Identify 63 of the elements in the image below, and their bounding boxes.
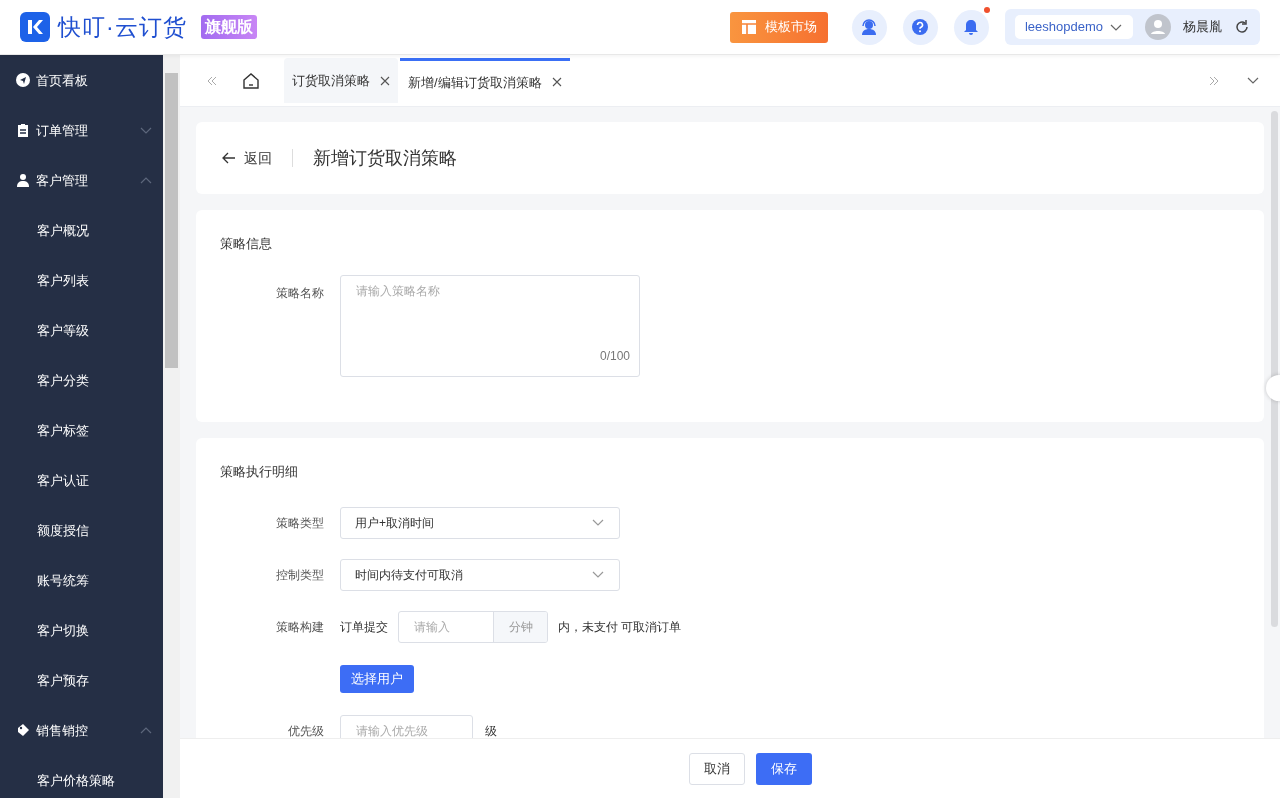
cancel-button[interactable]: 取消 xyxy=(688,752,745,785)
unit-label: 分钟 xyxy=(493,611,547,642)
tab[interactable]: 订货取消策略 xyxy=(284,58,398,104)
sidebar-item[interactable]: 客户标签 xyxy=(0,405,163,456)
sidebar-item[interactable]: 客户认证 xyxy=(0,455,163,506)
tag-icon xyxy=(16,722,30,738)
sidebar-item[interactable]: 销售销控 xyxy=(0,705,163,756)
close-icon[interactable] xyxy=(551,77,562,88)
placeholder-text: 请输入策略名称 xyxy=(356,283,440,298)
bell-button[interactable] xyxy=(953,9,989,45)
field-prefix-text: 订单提交 xyxy=(340,618,388,636)
field-label: 策略构建 xyxy=(275,618,325,636)
help-button[interactable] xyxy=(902,9,938,45)
support-button[interactable] xyxy=(851,9,887,45)
field-label: 优先级 xyxy=(287,722,325,738)
placeholder-text: 请输入优先级 xyxy=(356,722,428,738)
back-link[interactable]: 返回 xyxy=(222,147,272,169)
sidebar-item[interactable]: 客户切换 xyxy=(0,605,163,656)
support-icon xyxy=(860,18,879,37)
home-icon[interactable] xyxy=(242,71,260,90)
section-title: 策略执行明细 xyxy=(220,463,298,482)
sidebar-item[interactable]: 客户预存 xyxy=(0,655,163,706)
avatar-icon xyxy=(1145,14,1171,41)
person-icon xyxy=(16,172,30,188)
field-label: 控制类型 xyxy=(275,566,325,584)
edition-badge: 旗舰版 xyxy=(200,15,257,40)
field-suffix-text: 级 xyxy=(485,722,497,738)
field-label: 策略类型 xyxy=(275,514,325,532)
scrollbar[interactable] xyxy=(163,55,180,798)
sidebar-item[interactable]: 客户等级 xyxy=(0,305,163,356)
sidebar-item[interactable]: 客户管理 xyxy=(0,155,163,206)
layout-icon xyxy=(740,19,757,36)
dropdown[interactable]: 时间内待支付可取消 xyxy=(340,558,620,591)
placeholder-text: 请输入 xyxy=(413,618,451,636)
scrollbar[interactable] xyxy=(1271,111,1278,628)
logo-icon xyxy=(20,12,50,43)
help-icon xyxy=(911,18,930,37)
sidebar-item[interactable]: 订单管理 xyxy=(0,105,163,156)
sidebar-item[interactable]: 客户列表 xyxy=(0,255,163,306)
clipboard-icon xyxy=(16,122,30,138)
sidebar-item[interactable]: 额度授信 xyxy=(0,505,163,556)
page-title: 新增订货取消策略 xyxy=(313,146,457,170)
sidebar-item[interactable]: 账号统筹 xyxy=(0,555,163,606)
sidebar-item[interactable]: 客户分类 xyxy=(0,355,163,406)
sidebar-item[interactable]: 客户价格策略 xyxy=(0,755,163,798)
sidebar-item[interactable]: 首页看板 xyxy=(0,55,163,106)
arrow-left-icon xyxy=(222,152,236,165)
dropdown[interactable]: 用户+取消时间 xyxy=(340,506,620,539)
sidebar-item[interactable]: 客户概况 xyxy=(0,205,163,256)
select-user-button[interactable]: 选择用户 xyxy=(340,664,414,693)
field-suffix-text: 内，未支付 可取消订单 xyxy=(558,618,682,636)
logo-text: 快叮·云订货 xyxy=(58,12,187,42)
shop-selector[interactable]: leeshopdemo xyxy=(1014,15,1133,40)
compass-icon xyxy=(16,72,30,88)
name-field[interactable]: 请输入策略名称 0/100 xyxy=(340,274,640,377)
field-label: 策略名称 xyxy=(275,284,325,302)
character-counter: 0/100 xyxy=(599,347,630,365)
section-title: 策略信息 xyxy=(220,235,272,254)
refresh-icon[interactable] xyxy=(1234,19,1250,36)
close-icon[interactable] xyxy=(380,75,390,86)
save-button[interactable]: 保存 xyxy=(755,752,812,785)
bell-icon xyxy=(962,18,981,37)
user-name: 杨晨胤 xyxy=(1183,18,1222,37)
